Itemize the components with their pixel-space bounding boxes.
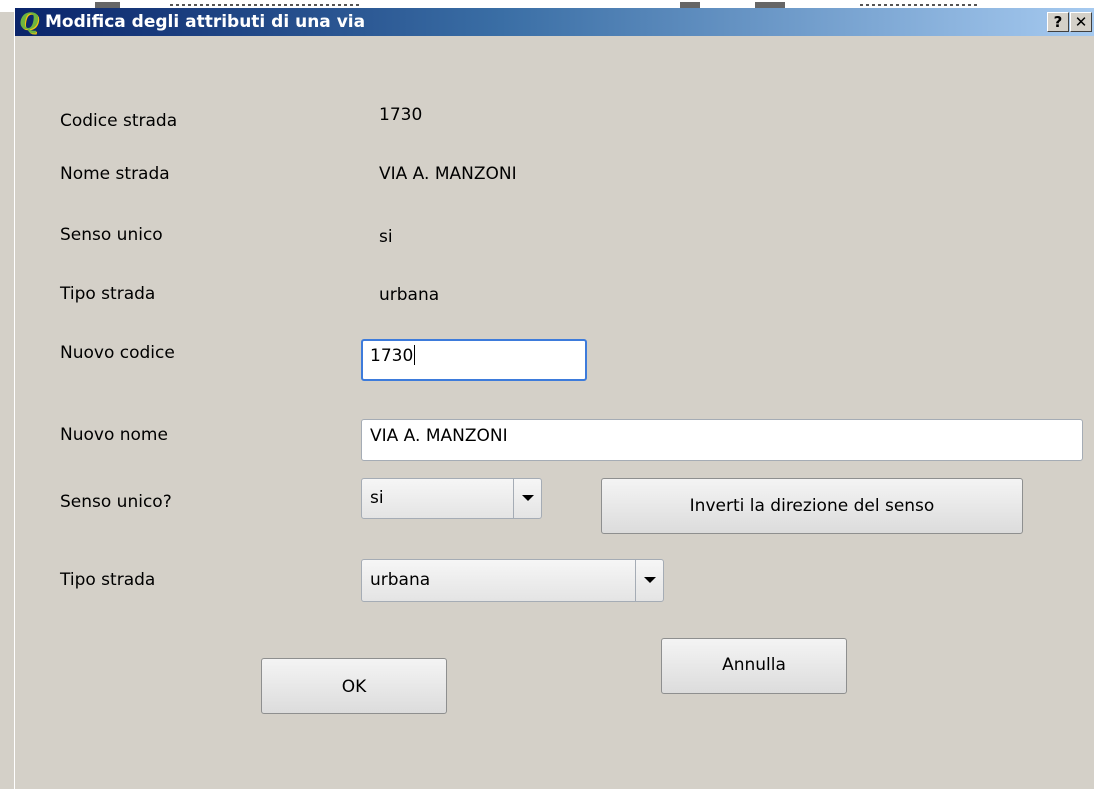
invert-direction-button[interactable]: Inverti la direzione del senso (601, 478, 1023, 534)
chevron-down-icon (644, 577, 656, 583)
tipo-strada-dropdown-button[interactable] (635, 560, 663, 601)
text-caret (414, 345, 416, 365)
close-button[interactable]: ✕ (1070, 12, 1092, 32)
nome-strada-value: VIA A. MANZONI (379, 164, 517, 184)
senso-unico-value: si (379, 227, 393, 247)
help-button[interactable]: ? (1047, 12, 1069, 32)
senso-unico-select[interactable]: si (361, 478, 542, 519)
dialog-title: Modifica degli attributi di una via (45, 12, 366, 32)
tipo-strada-select-label: Tipo strada (60, 570, 156, 590)
title-bar[interactable]: Q Modifica degli attributi di una via ? … (15, 8, 1094, 36)
nuovo-codice-input-value: 1730 (370, 346, 414, 366)
cancel-button[interactable]: Annulla (661, 638, 847, 694)
tipo-strada-value: urbana (379, 285, 440, 305)
senso-unico-dropdown-button[interactable] (513, 479, 541, 518)
nuovo-codice-label: Nuovo codice (60, 343, 175, 363)
chevron-down-icon (522, 495, 534, 501)
background-dashes (170, 4, 360, 6)
background-dashes (860, 4, 980, 6)
nuovo-codice-input[interactable]: 1730 (361, 339, 587, 381)
senso-unico-label: Senso unico (60, 225, 163, 245)
codice-strada-label: Codice strada (60, 111, 178, 131)
qgis-app-icon: Q (19, 9, 39, 35)
senso-unico-selected-value: si (370, 488, 384, 508)
nome-strada-label: Nome strada (60, 164, 170, 184)
tipo-strada-label: Tipo strada (60, 284, 156, 304)
senso-unico-select-label: Senso unico? (60, 492, 172, 512)
nuovo-nome-input-value: VIA A. MANZONI (370, 426, 508, 446)
ok-button[interactable]: OK (261, 658, 447, 714)
nuovo-nome-input[interactable]: VIA A. MANZONI (361, 419, 1083, 461)
attribute-edit-dialog: Q Modifica degli attributi di una via ? … (14, 8, 1094, 789)
codice-strada-value: 1730 (379, 105, 423, 125)
tipo-strada-selected-value: urbana (370, 570, 431, 590)
tipo-strada-select[interactable]: urbana (361, 559, 664, 602)
nuovo-nome-label: Nuovo nome (60, 425, 168, 445)
